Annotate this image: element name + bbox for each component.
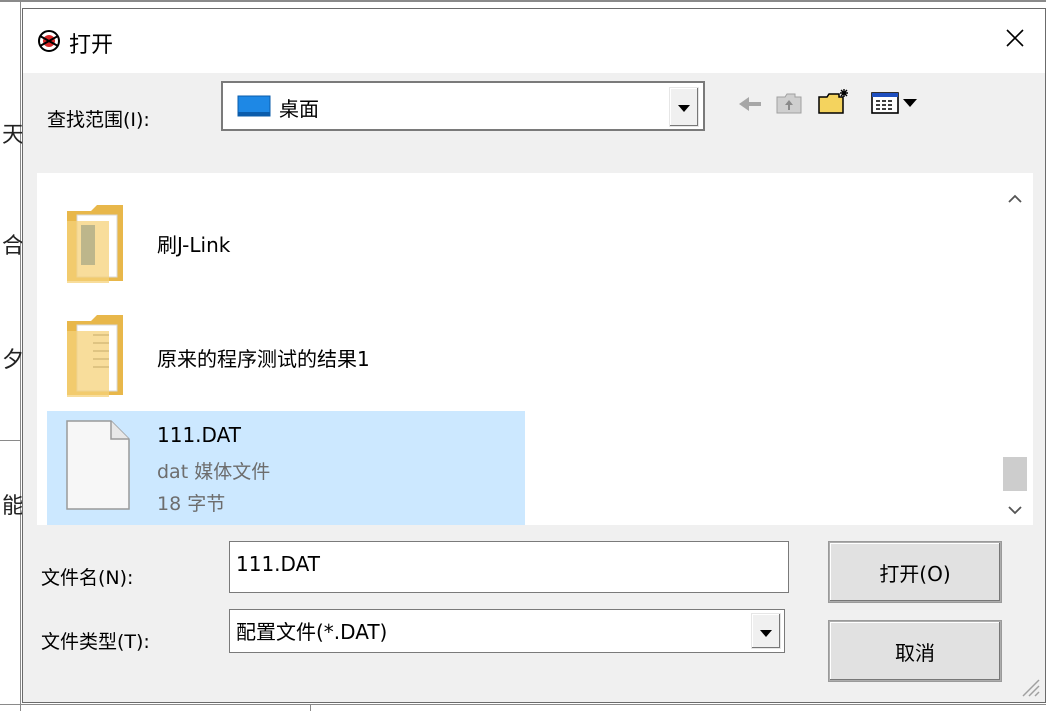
close-button[interactable] — [985, 15, 1045, 65]
file-list[interactable]: 刷J-Link 原来的程序测试的结果1 111.DAT dat 媒体文件 18 … — [37, 173, 1033, 525]
filetype-select[interactable]: 配置文件(*.DAT) — [229, 609, 785, 653]
look-in-dropdown-button[interactable] — [669, 87, 699, 127]
background-text: 能 — [2, 494, 25, 519]
item-type: dat 媒体文件 — [157, 461, 271, 483]
item-name: 原来的程序测试的结果1 — [157, 347, 370, 371]
folder-icon — [63, 201, 131, 291]
background-bottom-border — [0, 704, 1046, 705]
filename-input[interactable]: 111.DAT — [229, 541, 789, 593]
item-name: 刷J-Link — [157, 233, 231, 257]
cancel-button[interactable]: 取消 — [829, 621, 1001, 681]
chevron-up-icon — [1008, 188, 1022, 207]
folder-icon — [63, 311, 131, 405]
list-item-file-selected[interactable]: 111.DAT dat 媒体文件 18 字节 — [47, 411, 525, 525]
background-separator — [0, 440, 20, 441]
up-folder-icon[interactable] — [775, 91, 803, 119]
filetype-value: 配置文件(*.DAT) — [236, 620, 388, 644]
background-text: 合 — [2, 234, 25, 259]
filetype-label: 文件类型(T): — [41, 631, 150, 653]
close-icon — [1005, 28, 1025, 52]
list-item-folder[interactable]: 原来的程序测试的结果1 — [47, 307, 525, 407]
scrollbar-thumb[interactable] — [1003, 457, 1027, 491]
look-in-label: 查找范围(I): — [47, 109, 150, 131]
back-arrow-icon[interactable] — [737, 93, 763, 119]
file-icon — [65, 419, 131, 515]
chevron-down-icon — [678, 98, 690, 117]
open-file-dialog: 打开 查找范围(I): 桌面 刷J-Link 原来的程序测试的结果1 111.D… — [22, 8, 1046, 703]
look-in-value: 桌面 — [279, 97, 319, 121]
dialog-titlebar[interactable]: 打开 — [23, 9, 1045, 73]
background-top-border — [0, 0, 1046, 2]
scroll-up-button[interactable] — [997, 177, 1033, 217]
chevron-down-icon — [760, 619, 772, 643]
item-size: 18 字节 — [157, 493, 226, 515]
dialog-title: 打开 — [69, 33, 114, 58]
background-vertical — [310, 704, 311, 711]
item-name: 111.DAT — [157, 423, 241, 447]
view-menu-icon[interactable] — [871, 91, 925, 119]
new-folder-icon[interactable] — [817, 87, 851, 119]
app-icon — [37, 29, 61, 53]
scroll-down-button[interactable] — [997, 489, 1033, 525]
desktop-folder-icon — [237, 95, 271, 117]
vertical-scrollbar[interactable] — [997, 173, 1033, 525]
list-item-folder[interactable]: 刷J-Link — [47, 193, 525, 293]
filetype-dropdown-button[interactable] — [751, 613, 781, 649]
background-text: 天 — [2, 123, 25, 148]
look-in-dropdown[interactable]: 桌面 — [221, 81, 705, 131]
open-button[interactable]: 打开(O) — [829, 542, 1001, 602]
chevron-down-icon — [1008, 500, 1022, 519]
filename-label: 文件名(N): — [41, 567, 134, 589]
resize-grip-icon[interactable] — [1019, 676, 1041, 698]
background-text: 夕 — [2, 348, 25, 373]
